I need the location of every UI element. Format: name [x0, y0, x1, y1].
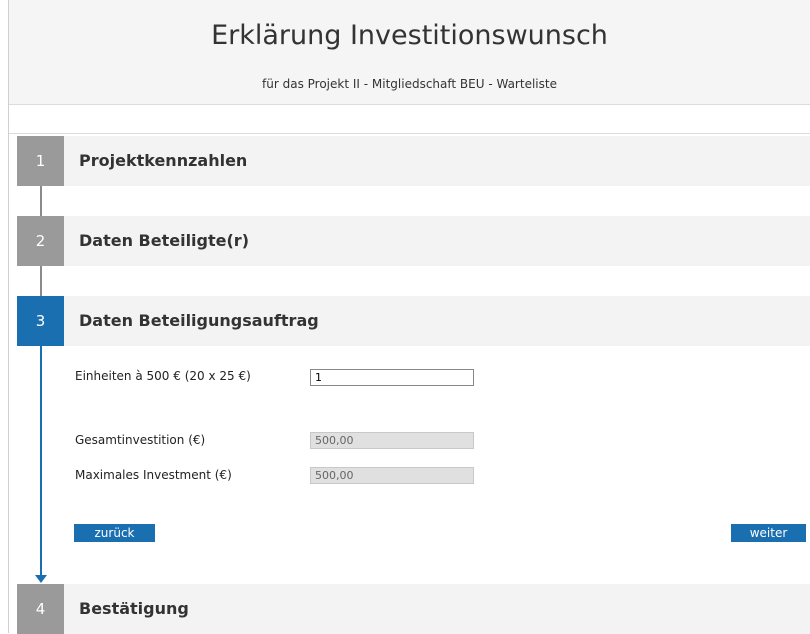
page-subtitle: für das Projekt II - Mitgliedschaft BEU … [262, 77, 557, 91]
max-investment-label: Maximales Investment (€) [75, 468, 232, 482]
step-daten-beteiligungsauftrag[interactable]: 3 Daten Beteiligungsauftrag [17, 296, 810, 346]
step-title: Bestätigung [79, 599, 189, 618]
step-bestaetigung[interactable]: 4 Bestätigung [17, 584, 810, 634]
step-number: 4 [17, 584, 64, 634]
total-investment-label: Gesamtinvestition (€) [75, 433, 206, 447]
back-button[interactable]: zurück [74, 524, 155, 542]
connector-3-4 [40, 346, 42, 576]
step-number: 2 [17, 216, 64, 266]
units-label: Einheiten à 500 € (20 x 25 €) [75, 369, 251, 383]
step-title: Projektkennzahlen [79, 151, 248, 170]
units-input[interactable] [310, 369, 474, 386]
step-title: Daten Beteiligte(r) [79, 231, 250, 250]
step-number: 1 [17, 136, 64, 186]
arrow-down-icon [35, 575, 47, 583]
page-title: Erklärung Investitionswunsch [211, 20, 608, 51]
step-number: 3 [17, 296, 64, 346]
step-daten-beteiligte[interactable]: 2 Daten Beteiligte(r) [17, 216, 810, 266]
page-header: Erklärung Investitionswunsch für das Pro… [9, 0, 810, 105]
step-projektkennzahlen[interactable]: 1 Projektkennzahlen [17, 136, 810, 186]
step-title: Daten Beteiligungsauftrag [79, 311, 319, 330]
header-divider [9, 133, 810, 134]
connector-2-3 [40, 266, 42, 296]
connector-1-2 [40, 186, 42, 216]
next-button[interactable]: weiter [731, 524, 806, 542]
max-investment-field [310, 467, 474, 484]
total-investment-field [310, 432, 474, 449]
